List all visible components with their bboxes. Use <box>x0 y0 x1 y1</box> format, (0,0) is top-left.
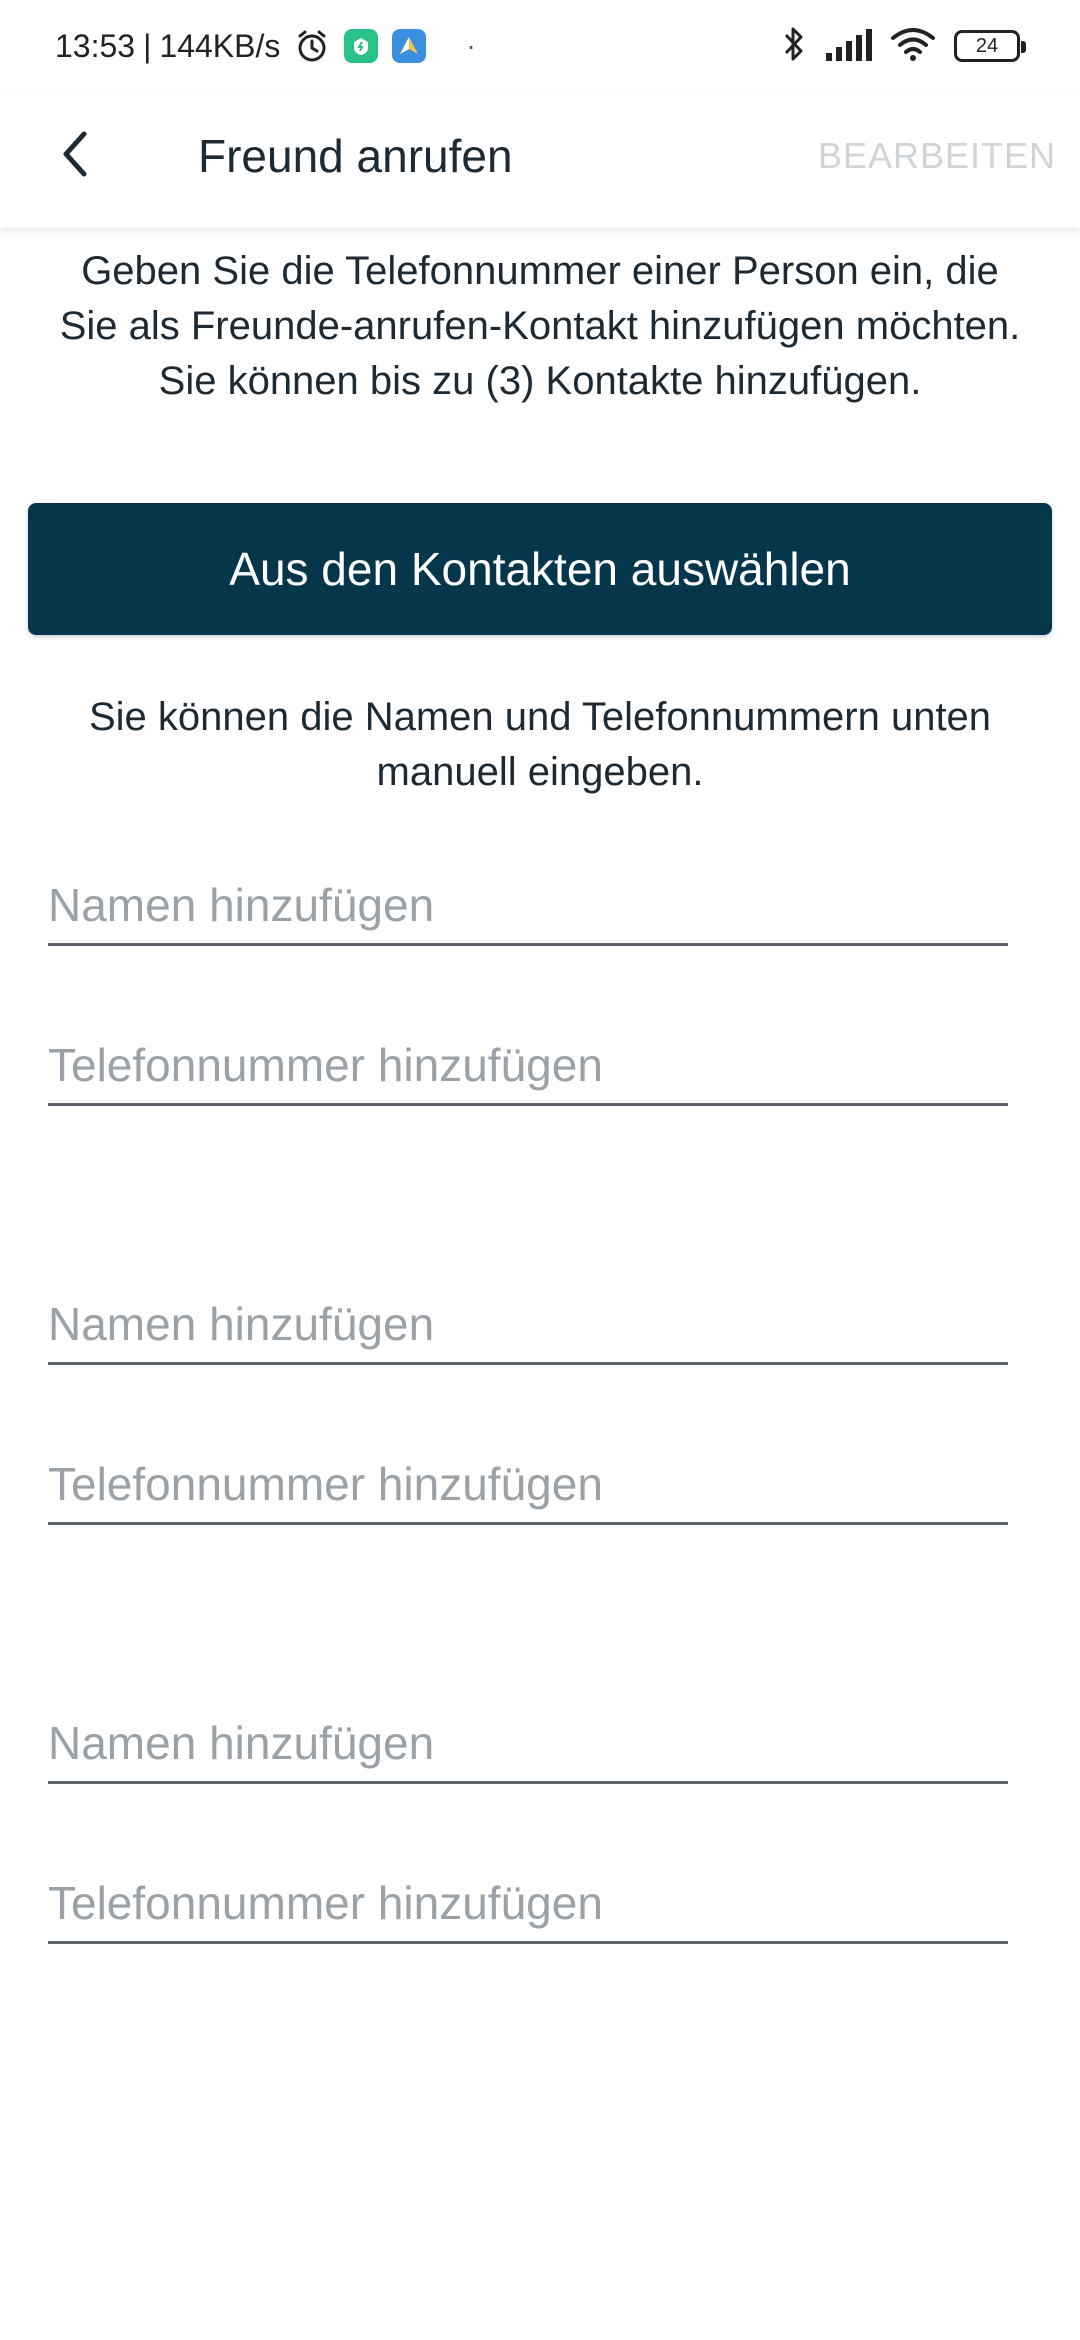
contact-1-phone-input[interactable] <box>48 1026 1008 1103</box>
contact-1-name-input[interactable] <box>48 866 1008 943</box>
page-title: Freund anrufen <box>198 130 513 182</box>
status-left: 13:53 | 144KB/s · <box>55 24 476 68</box>
wifi-icon <box>890 26 936 67</box>
select-from-contacts-button[interactable]: Aus den Kontakten auswählen <box>28 503 1052 635</box>
signal-icon <box>824 27 872 66</box>
contact-1-name-field[interactable] <box>48 866 1008 946</box>
status-dot: · <box>466 30 476 61</box>
contact-1-phone-field[interactable] <box>48 1026 1008 1106</box>
status-separator: | <box>143 27 152 64</box>
intro-line-1: Geben Sie die Telefonnummer einer Person… <box>59 249 1021 348</box>
battery-icon: 24 <box>954 30 1026 62</box>
intro-text: Geben Sie die Telefonnummer einer Person… <box>50 244 1030 409</box>
contact-2-name-input[interactable] <box>48 1285 1008 1362</box>
edit-button[interactable]: BEARBEITEN <box>818 120 1056 192</box>
app-bar: Freund anrufen BEARBEITEN <box>0 92 1080 228</box>
app-green-icon <box>344 29 379 63</box>
status-right: 24 <box>782 24 1026 68</box>
contact-3-phone-input[interactable] <box>48 1864 1008 1941</box>
manual-entry-hint: Sie können die Namen und Telefonnummern … <box>88 695 992 794</box>
status-net-speed: 144KB/s <box>159 27 281 64</box>
alarm-icon <box>294 28 330 64</box>
status-bar: 13:53 | 144KB/s · 24 <box>0 0 1080 92</box>
contact-2-name-field[interactable] <box>48 1285 1008 1365</box>
contact-3-name-field[interactable] <box>48 1704 1008 1784</box>
status-time: 13:53 <box>55 27 136 64</box>
contact-2-phone-field[interactable] <box>48 1445 1008 1525</box>
battery-level: 24 <box>975 34 999 57</box>
back-button[interactable] <box>40 120 112 192</box>
intro-line-2: Sie können bis zu (3) Kontakte hinzufüge… <box>158 359 922 403</box>
bluetooth-icon <box>782 25 806 68</box>
contact-2-phone-input[interactable] <box>48 1445 1008 1522</box>
app-blue-icon <box>392 29 427 63</box>
contact-3-phone-field[interactable] <box>48 1864 1008 1944</box>
contact-3-name-input[interactable] <box>48 1704 1008 1781</box>
chevron-left-icon <box>56 130 96 183</box>
